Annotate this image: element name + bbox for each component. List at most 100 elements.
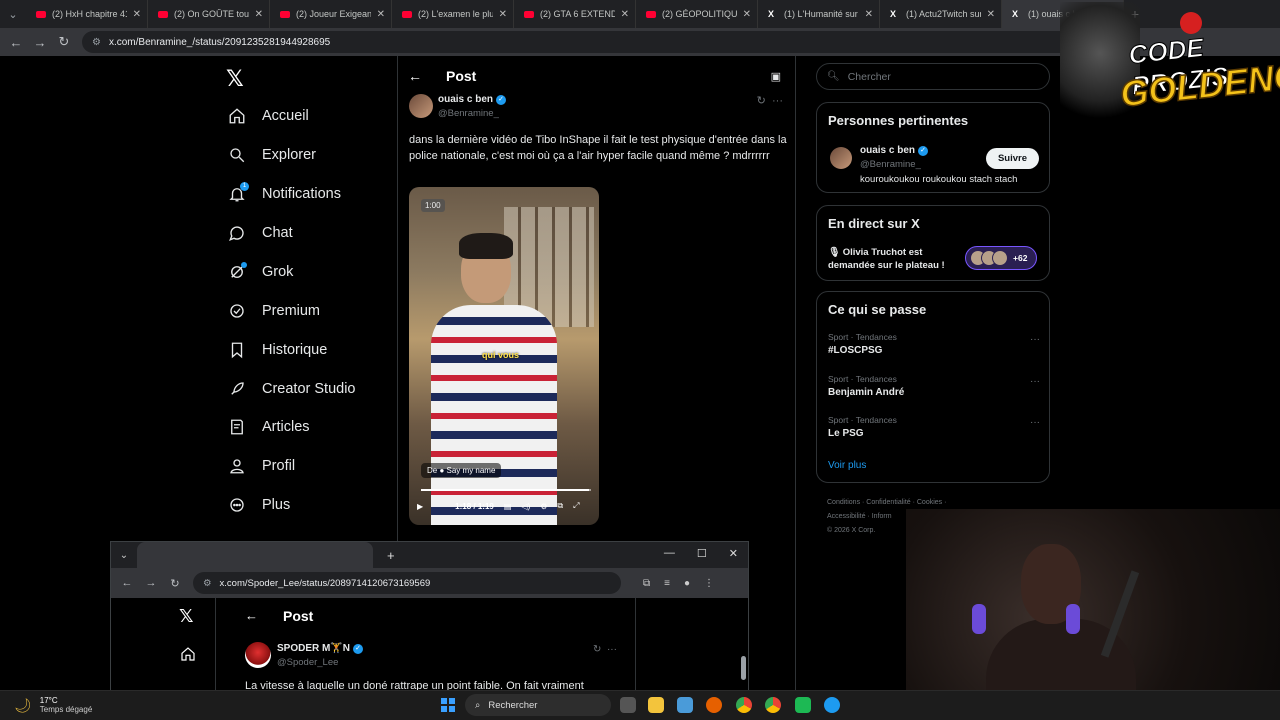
search-input[interactable]: 🔍︎ Chercher: [816, 63, 1050, 90]
browser-tab[interactable]: (2) On GOÛTE tous le✕: [148, 0, 270, 28]
relevant-handle[interactable]: @Benramine_: [860, 159, 921, 170]
back-arrow-icon[interactable]: ←: [408, 68, 434, 84]
trend-item[interactable]: Sport · Tendances Benjamin André ···: [828, 374, 1040, 398]
close-tab-icon[interactable]: ✕: [499, 9, 507, 20]
trend-item[interactable]: Sport · Tendances Le PSG ···: [828, 415, 1040, 439]
author-name[interactable]: SPODER M🏋N ✓: [277, 643, 364, 654]
nav-item-explore[interactable]: Explorer: [222, 140, 316, 170]
relevant-name[interactable]: ouais c ben ✓: [860, 145, 929, 156]
extensions-icon[interactable]: ⧉: [643, 578, 650, 589]
nav-item-articles[interactable]: Articles: [222, 412, 310, 442]
more-options-icon[interactable]: ···: [1030, 376, 1040, 387]
minimize-icon[interactable]: —: [664, 547, 675, 560]
video-player[interactable]: 1:00 qui vous De ● Say my name ▶ 1:18 / …: [409, 187, 599, 525]
browser-tab[interactable]: (2) GÉOPOLITIQUE PL✕: [636, 0, 758, 28]
avatar[interactable]: [245, 642, 271, 668]
browser-tab[interactable]: (2) HxH chapitre 418✕: [26, 0, 148, 28]
tab-list-button[interactable]: ⌄: [111, 550, 137, 561]
media-icon[interactable]: ≡: [664, 578, 670, 589]
profile-avatar-icon[interactable]: ●: [684, 578, 690, 589]
nav-item-notifications[interactable]: 1 Notifications: [222, 179, 341, 209]
new-tab-button[interactable]: +: [387, 548, 395, 563]
author-name[interactable]: ouais c ben ✓: [438, 94, 507, 105]
back-arrow-icon[interactable]: ←: [245, 608, 258, 623]
mail-icon[interactable]: [677, 697, 693, 713]
browser-tab[interactable]: (2) L'examen le plus C✕: [392, 0, 514, 28]
browser-tab[interactable]: (2) Joueur Exigeant -✕: [270, 0, 392, 28]
windows-start-icon[interactable]: [441, 698, 455, 712]
nav-item-profile[interactable]: Profil: [222, 451, 295, 481]
author-handle[interactable]: @Benramine_: [438, 108, 499, 119]
forward-icon[interactable]: →: [28, 35, 52, 50]
more-options-icon[interactable]: ···: [1030, 334, 1040, 345]
file-explorer-icon[interactable]: [648, 697, 664, 713]
grok-icon[interactable]: ↻: [757, 95, 766, 107]
nav-item-chat[interactable]: Chat: [222, 218, 293, 248]
nav-item-grok[interactable]: Grok: [222, 257, 293, 287]
avatar[interactable]: [409, 94, 433, 118]
close-tab-icon[interactable]: ✕: [255, 9, 263, 20]
fullscreen-icon[interactable]: ⤢: [573, 501, 579, 511]
play-icon[interactable]: ▶: [417, 502, 423, 511]
menu-icon[interactable]: ⋮: [704, 578, 714, 589]
more-options-icon[interactable]: ···: [772, 95, 783, 107]
grok-icon[interactable]: ↻: [593, 644, 601, 655]
pip-icon[interactable]: ⧉: [557, 501, 563, 511]
live-space-title[interactable]: 🎙 Olivia Truchot est demandée sur le pla…: [828, 246, 958, 272]
close-tab-icon[interactable]: ✕: [377, 9, 385, 20]
close-tab-icon[interactable]: ✕: [621, 9, 629, 20]
x-logo-icon[interactable]: 𝕏: [226, 66, 244, 92]
live-listeners[interactable]: +62: [965, 246, 1037, 270]
footer-line[interactable]: Conditions · Confidentialité · Cookies ·: [827, 496, 1047, 510]
video-source-label[interactable]: De ● Say my name: [421, 463, 502, 478]
reload-icon[interactable]: ↻: [52, 34, 76, 50]
nav-item-premium[interactable]: Premium: [222, 296, 320, 326]
edge-icon[interactable]: [824, 697, 840, 713]
chrome-icon[interactable]: [736, 697, 752, 713]
popup-tab[interactable]: [137, 542, 373, 568]
forward-icon[interactable]: →: [139, 577, 163, 589]
settings-icon[interactable]: ⚙: [540, 502, 547, 511]
volume-icon[interactable]: ◁): [521, 502, 530, 511]
browser-tab[interactable]: (2) GTA 6 EXTENDED✕: [514, 0, 636, 28]
nav-item-more[interactable]: Plus: [222, 490, 290, 520]
home-icon[interactable]: [180, 646, 196, 662]
close-tab-icon[interactable]: ✕: [865, 9, 873, 20]
back-icon[interactable]: ←: [4, 35, 28, 50]
author-handle[interactable]: @Spoder_Lee: [277, 657, 338, 668]
nav-item-creator-studio[interactable]: Creator Studio: [222, 374, 356, 404]
chrome-icon[interactable]: [765, 697, 781, 713]
taskbar-search[interactable]: ⌕ Rechercher: [465, 694, 611, 716]
site-info-icon[interactable]: ⚙: [92, 37, 101, 48]
captions-icon[interactable]: ▤: [504, 502, 512, 511]
browser-tab[interactable]: X (1) L'Humanité sur X ✕: [758, 0, 880, 28]
site-info-icon[interactable]: ⚙: [203, 578, 212, 589]
more-options-icon[interactable]: ···: [1030, 417, 1040, 428]
reload-icon[interactable]: ↻: [163, 577, 187, 590]
nav-item-history[interactable]: Historique: [222, 335, 327, 365]
close-tab-icon[interactable]: ✕: [743, 9, 751, 20]
trend-item[interactable]: Sport · Tendances #LOSCPSG ···: [828, 332, 1040, 356]
nav-item-home[interactable]: Accueil: [222, 101, 309, 131]
x-logo-icon[interactable]: 𝕏: [179, 606, 194, 627]
app-icon[interactable]: [795, 697, 811, 713]
firefox-icon[interactable]: [706, 697, 722, 713]
see-more-link[interactable]: Voir plus: [828, 460, 866, 471]
tab-list-button[interactable]: ⌄: [0, 0, 26, 28]
more-options-icon[interactable]: ···: [607, 644, 617, 655]
browser-tab[interactable]: X(1) Actu2Twitch sur X✕: [880, 0, 1002, 28]
close-tab-icon[interactable]: ✕: [133, 9, 141, 20]
avatar[interactable]: [830, 147, 852, 169]
weather-widget[interactable]: 🌙︎ 17°C Temps dégagé: [14, 696, 92, 714]
close-icon[interactable]: ✕: [729, 547, 738, 560]
address-bar[interactable]: ⚙ x.com/Benramine_/status/20912352819449…: [82, 31, 1082, 53]
video-progress-bar[interactable]: [421, 489, 591, 491]
reader-mode-icon[interactable]: ▣: [771, 70, 781, 83]
scrollbar[interactable]: [741, 656, 746, 680]
maximize-icon[interactable]: ☐: [697, 547, 707, 560]
task-view-icon[interactable]: [620, 697, 636, 713]
follow-button[interactable]: Suivre: [985, 148, 1039, 169]
address-bar[interactable]: ⚙ x.com/Spoder_Lee/status/20897141206731…: [193, 572, 621, 594]
close-tab-icon[interactable]: ✕: [987, 9, 995, 20]
back-icon[interactable]: ←: [115, 577, 139, 589]
